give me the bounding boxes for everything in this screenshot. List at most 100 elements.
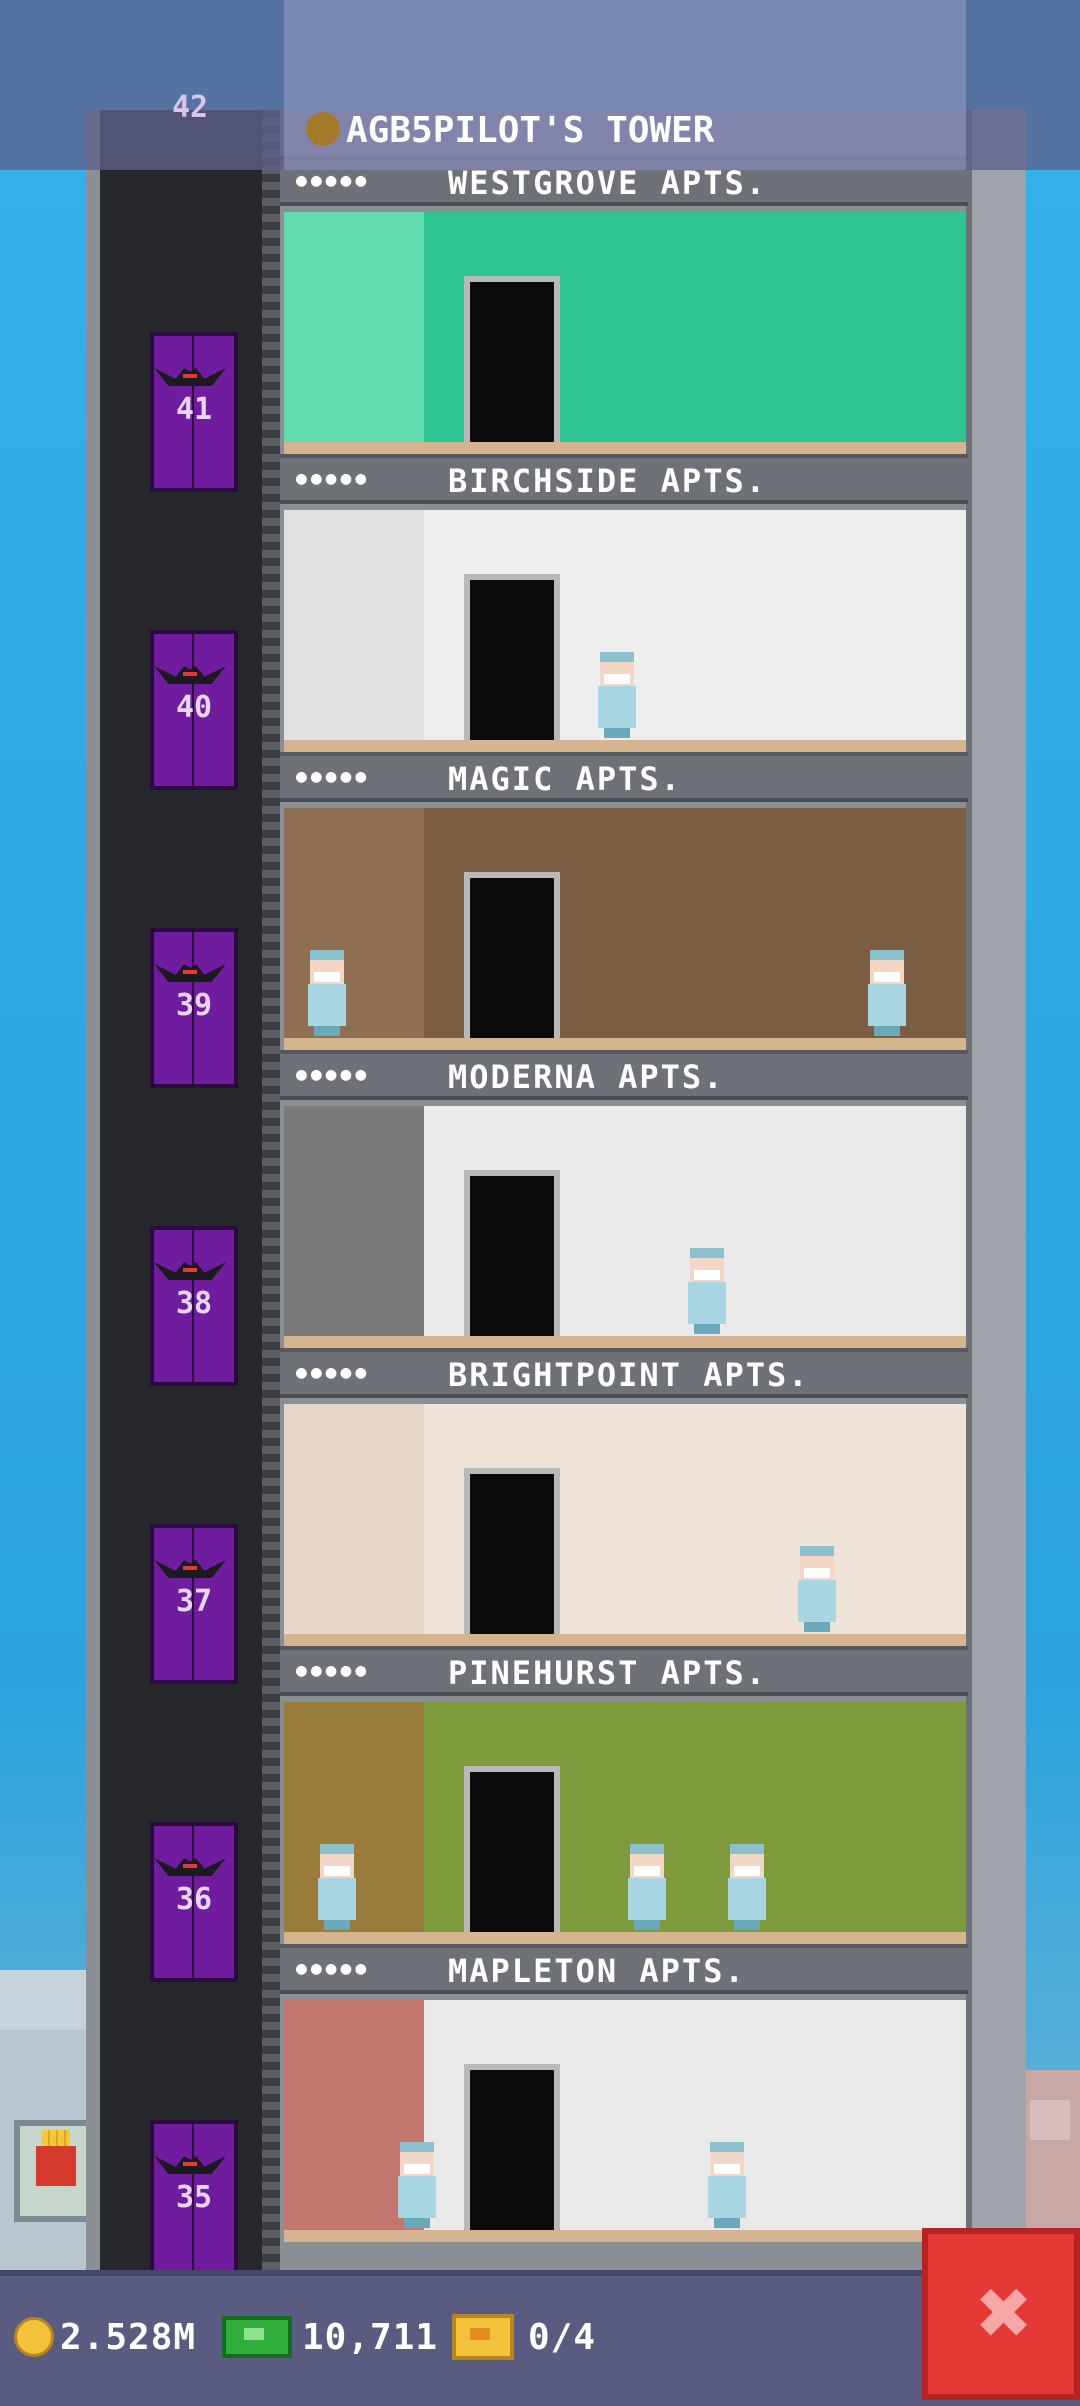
bitizen-body [318, 1878, 356, 1920]
residents-indicator: ●●●●● [296, 1660, 371, 1681]
bitizen-body [628, 1878, 666, 1920]
resident-bitizen[interactable] [684, 1248, 730, 1334]
face-mask [714, 2164, 740, 2174]
residents-indicator: ●●●●● [296, 1064, 371, 1085]
residents-indicator: ●●●●● [296, 766, 371, 787]
apartment-room[interactable] [284, 212, 966, 454]
resident-bitizen[interactable] [724, 1844, 770, 1930]
room-floor [284, 1932, 966, 1944]
room-decor [284, 1106, 424, 1336]
floor-name: MODERNA APTS. [448, 1058, 725, 1096]
floor-label-bar[interactable]: ●●●●● PINEHURST APTS. [280, 1646, 968, 1696]
face-mask [314, 972, 340, 982]
bux-counter[interactable]: 10,711 [222, 2312, 438, 2362]
coins-counter[interactable]: 2.528M [14, 2312, 196, 2362]
residents-indicator: ●●●●● [296, 1958, 371, 1979]
close-button[interactable]: ✖ [922, 2228, 1080, 2400]
bitizen-body [728, 1878, 766, 1920]
bat-icon [154, 362, 226, 392]
bitizen-legs [734, 1920, 760, 1930]
room-floor [284, 1336, 966, 1348]
elevator-car[interactable]: 40 [150, 630, 238, 790]
bitizen-legs [804, 1622, 830, 1632]
apartment-room[interactable] [284, 1404, 966, 1646]
bitizen-body [708, 2176, 746, 2218]
resident-bitizen[interactable] [304, 950, 350, 1036]
apartment-door[interactable] [464, 1766, 560, 1932]
bat-icon [154, 958, 226, 988]
face-mask [734, 1866, 760, 1876]
tower-header: 42 AGB5PILOT'S TOWER [0, 0, 1080, 170]
bitizen-legs [314, 1026, 340, 1036]
apartment-room[interactable] [284, 1106, 966, 1348]
elevator-car[interactable]: 35 [150, 2120, 238, 2280]
residents-indicator: ●●●●● [296, 170, 371, 191]
currency-bar: 2.528M 10,711 0/4 [0, 2270, 1080, 2406]
bitizen-legs [874, 1026, 900, 1036]
floor-name: BIRCHSIDE APTS. [448, 462, 767, 500]
bitizen-legs [324, 1920, 350, 1930]
elevator-car[interactable]: 41 [150, 332, 238, 492]
elevator-floor-number: 40 [175, 690, 213, 725]
fries-icon [36, 2130, 76, 2186]
face-mask [874, 972, 900, 982]
room-floor [284, 740, 966, 752]
elevator-car[interactable]: 39 [150, 928, 238, 1088]
resident-bitizen[interactable] [624, 1844, 670, 1930]
elevator-car[interactable]: 38 [150, 1226, 238, 1386]
bitizen-body [308, 984, 346, 1026]
resident-bitizen[interactable] [394, 2142, 440, 2228]
resident-bitizen[interactable] [314, 1844, 360, 1930]
face-mask [604, 674, 630, 684]
apartment-room[interactable] [284, 808, 966, 1050]
tickets-counter[interactable]: 0/4 [452, 2312, 596, 2362]
floor-label-bar[interactable]: ●●●●● MAGIC APTS. [280, 752, 968, 802]
apartment-room[interactable] [284, 1702, 966, 1944]
apartment-door[interactable] [464, 872, 560, 1038]
coin-icon [14, 2317, 54, 2357]
floor-label-bar[interactable]: ●●●●● MODERNA APTS. [280, 1050, 968, 1100]
bitizen-body [798, 1580, 836, 1622]
face-mask [404, 2164, 430, 2174]
tickets-value: 0/4 [528, 2316, 597, 2358]
bitizen-legs [404, 2218, 430, 2228]
room-floor [284, 2230, 966, 2242]
resident-bitizen[interactable] [704, 2142, 750, 2228]
tower-title: AGB5PILOT'S TOWER [346, 110, 715, 151]
room-floor [284, 1038, 966, 1050]
elevator-rail [262, 110, 280, 2270]
resident-bitizen[interactable] [794, 1546, 840, 1632]
apartment-door[interactable] [464, 1468, 560, 1634]
elevator-floor-number: 41 [175, 392, 213, 427]
close-icon: ✖ [977, 2259, 1033, 2366]
resident-bitizen[interactable] [864, 950, 910, 1036]
elevator-floor-number: 36 [175, 1882, 213, 1917]
floor-label-bar[interactable]: ●●●●● BRIGHTPOINT APTS. [280, 1348, 968, 1398]
floor-name: BRIGHTPOINT APTS. [448, 1356, 810, 1394]
apartment-door[interactable] [464, 2064, 560, 2230]
bitizen-legs [694, 1324, 720, 1334]
elevator-car[interactable]: 36 [150, 1822, 238, 1982]
avatar [306, 112, 340, 146]
residents-indicator: ●●●●● [296, 468, 371, 489]
ticket-icon [452, 2314, 514, 2360]
apartment-door[interactable] [464, 276, 560, 442]
elevator-floor-number: 37 [175, 1584, 213, 1619]
apartment-room[interactable] [284, 510, 966, 752]
floor-label-bar[interactable]: ●●●●● BIRCHSIDE APTS. [280, 454, 968, 504]
resident-bitizen[interactable] [594, 652, 640, 738]
coins-value: 2.528M [60, 2316, 197, 2358]
bat-icon [154, 1554, 226, 1584]
floor-name: MAGIC APTS. [448, 760, 682, 798]
apartment-room[interactable] [284, 2000, 966, 2242]
elevator-car[interactable]: 37 [150, 1524, 238, 1684]
face-mask [694, 1270, 720, 1280]
apartment-door[interactable] [464, 1170, 560, 1336]
face-mask [324, 1866, 350, 1876]
apartment-door[interactable] [464, 574, 560, 740]
elevator-floor-number-top: 42 [171, 90, 209, 125]
bat-icon [154, 1256, 226, 1286]
bat-icon [154, 2150, 226, 2180]
room-decor [284, 212, 424, 442]
floor-label-bar[interactable]: ●●●●● MAPLETON APTS. [280, 1944, 968, 1994]
